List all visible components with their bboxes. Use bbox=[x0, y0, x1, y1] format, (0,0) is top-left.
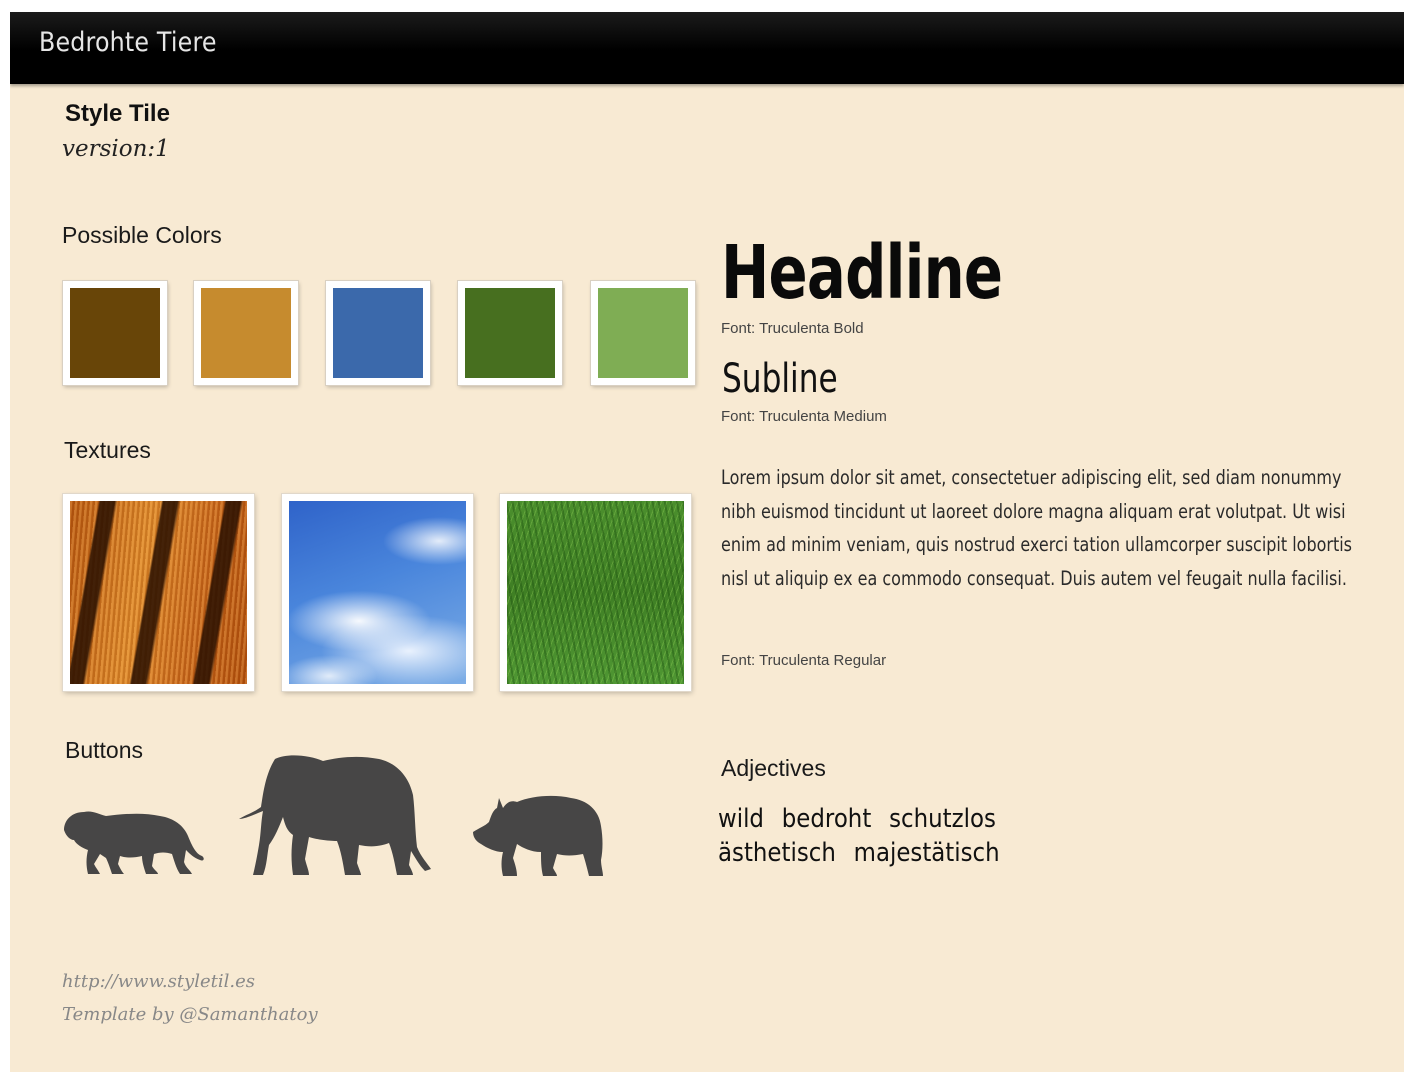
subline-sample: Subline bbox=[722, 356, 838, 402]
sky-clouds-texture bbox=[289, 501, 466, 684]
swatch-fill bbox=[333, 288, 423, 378]
adjective: wild bbox=[718, 804, 764, 834]
body-font-note: Font: Truculenta Regular bbox=[721, 652, 887, 669]
adjective: majestätisch bbox=[853, 838, 1000, 868]
adjective: schutzlos bbox=[889, 804, 996, 834]
headline-sample: Headline bbox=[721, 230, 1003, 316]
lion-icon[interactable] bbox=[62, 802, 207, 874]
footer-url[interactable]: http://www.styletil.es bbox=[62, 971, 255, 992]
textures-heading: Textures bbox=[64, 437, 151, 463]
adjectives-heading: Adjectives bbox=[721, 755, 826, 781]
texture-tiger-fur bbox=[63, 494, 254, 691]
color-swatch-light-green bbox=[591, 281, 695, 385]
colors-heading: Possible Colors bbox=[62, 222, 222, 248]
adjective: ästhetisch bbox=[718, 838, 836, 868]
version-label: version:1 bbox=[62, 136, 170, 162]
color-swatch-dark-green bbox=[458, 281, 562, 385]
swatch-fill bbox=[598, 288, 688, 378]
adjective: bedroht bbox=[781, 804, 872, 834]
body-text-sample: Lorem ipsum dolor sit amet, consectetuer… bbox=[721, 466, 1353, 590]
texture-sky bbox=[282, 494, 473, 691]
footer-credit: Template by @Samanthatoy bbox=[62, 1004, 318, 1025]
texture-grass bbox=[500, 494, 691, 691]
rhino-icon[interactable] bbox=[473, 794, 605, 876]
page-title: Style Tile bbox=[65, 100, 170, 127]
elephant-icon[interactable] bbox=[239, 755, 431, 875]
swatch-fill bbox=[201, 288, 291, 378]
headline-font-note: Font: Truculenta Bold bbox=[721, 320, 864, 337]
color-swatch-blue bbox=[326, 281, 430, 385]
color-swatch-ochre bbox=[194, 281, 298, 385]
swatch-fill bbox=[70, 288, 160, 378]
buttons-heading: Buttons bbox=[65, 737, 143, 763]
header-bar: Bedrohte Tiere bbox=[10, 12, 1404, 84]
color-swatch-brown bbox=[63, 281, 167, 385]
subline-font-note: Font: Truculenta Medium bbox=[721, 408, 887, 425]
brand-title: Bedrohte Tiere bbox=[39, 27, 217, 58]
style-tile: Bedrohte Tiere Style Tile version:1 Poss… bbox=[10, 12, 1404, 1072]
swatch-fill bbox=[465, 288, 555, 378]
adjectives-list: wild bedroht schutzlos ästhetisch majest… bbox=[718, 802, 1070, 870]
tiger-fur-texture bbox=[70, 501, 247, 684]
grass-texture bbox=[507, 501, 684, 684]
